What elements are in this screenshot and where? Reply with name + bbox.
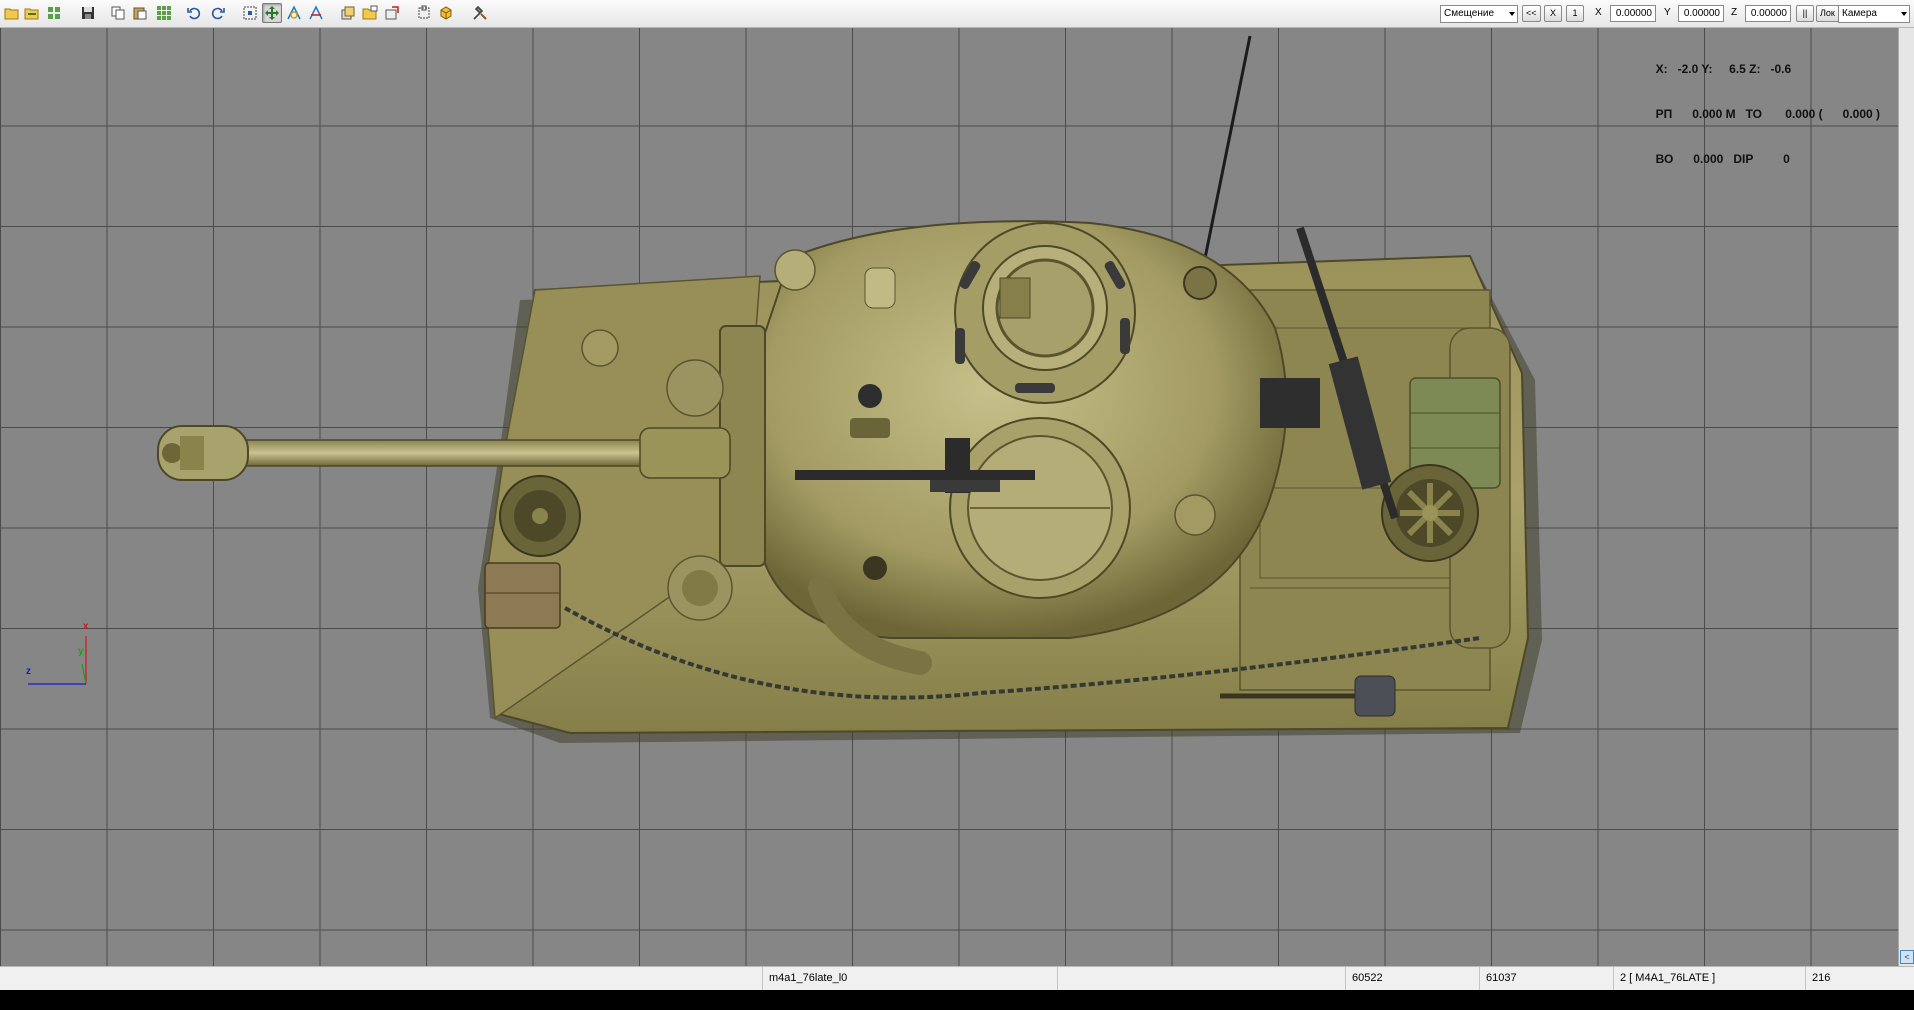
undo-icon[interactable]: [184, 3, 204, 23]
tank-model[interactable]: [0, 28, 1898, 966]
save-icon[interactable]: [78, 3, 98, 23]
loader-hatch: [949, 417, 1131, 599]
spare-wheel-left: [499, 475, 581, 557]
layers-icon[interactable]: [338, 3, 358, 23]
main-toolbar: Смещение << X 1 X Y Z || Лок Камера: [0, 0, 1914, 28]
view-select[interactable]: Камера: [1838, 5, 1910, 23]
antenna: [1198, 35, 1252, 284]
axis-z-label: z: [26, 666, 31, 677]
viewport-scrollbar[interactable]: <: [1898, 28, 1914, 966]
paste-icon[interactable]: [130, 3, 150, 23]
status-model-name: m4a1_76late_l0: [762, 967, 1057, 991]
transform-mode-value: Смещение: [1444, 8, 1495, 19]
status-empty-cell-2: [1057, 967, 1345, 991]
copy-icon[interactable]: [108, 3, 128, 23]
tools-icon[interactable]: [470, 3, 490, 23]
status-value-3: 216: [1805, 967, 1914, 991]
grid-view-icon[interactable]: [44, 3, 64, 23]
coord-x-input[interactable]: [1610, 5, 1656, 22]
view-select-value: Камера: [1842, 8, 1877, 19]
folder-tree-icon[interactable]: [360, 3, 380, 23]
coord-y-input[interactable]: [1678, 5, 1724, 22]
status-empty-cell: [0, 967, 762, 991]
axis-gizmo: [28, 636, 87, 685]
pause-button[interactable]: ||: [1796, 5, 1814, 22]
status-bar: m4a1_76late_l0 60522 61037 2 [ M4A1_76LA…: [0, 966, 1914, 991]
open-folder-icon[interactable]: [22, 3, 42, 23]
main-gun: [157, 425, 731, 481]
multi-grid-icon[interactable]: [154, 3, 174, 23]
coord-z-input[interactable]: [1745, 5, 1791, 22]
local-button[interactable]: Лок: [1816, 5, 1839, 22]
scale-tool-icon[interactable]: [306, 3, 326, 23]
select-icon[interactable]: [240, 3, 260, 23]
redo-icon[interactable]: [208, 3, 228, 23]
chevron-down-icon: [1901, 12, 1907, 16]
rotate-tool-icon[interactable]: [284, 3, 304, 23]
transform-mode-select[interactable]: Смещение: [1440, 5, 1518, 23]
coord-z-label: Z: [1731, 7, 1738, 18]
coord-x-label: X: [1595, 7, 1602, 18]
axis-x-button[interactable]: X: [1544, 5, 1562, 22]
status-object: 2 [ M4A1_76LATE ]: [1613, 967, 1805, 991]
step-button[interactable]: 1: [1566, 5, 1584, 22]
cube-icon[interactable]: [436, 3, 456, 23]
chevron-down-icon: [1509, 12, 1515, 16]
axis-y-label: y: [78, 646, 84, 657]
commander-cupola: [954, 222, 1136, 404]
status-value-1: 60522: [1345, 967, 1479, 991]
axis-x-label: x: [83, 621, 89, 632]
status-value-2: 61037: [1479, 967, 1613, 991]
3d-viewport[interactable]: X: -2.0 Y: 6.5 Z: -0.6 РП 0.000 М ТО 0.0…: [0, 28, 1898, 966]
coord-y-label: Y: [1664, 7, 1671, 18]
scroll-left-icon[interactable]: <: [1900, 950, 1914, 964]
bottom-border: [0, 990, 1914, 1010]
export-icon[interactable]: [382, 3, 402, 23]
bounding-box-icon[interactable]: [414, 3, 434, 23]
prev-button[interactable]: <<: [1522, 5, 1541, 22]
open-file-icon[interactable]: [2, 3, 22, 23]
move-tool-icon[interactable]: [262, 3, 282, 23]
